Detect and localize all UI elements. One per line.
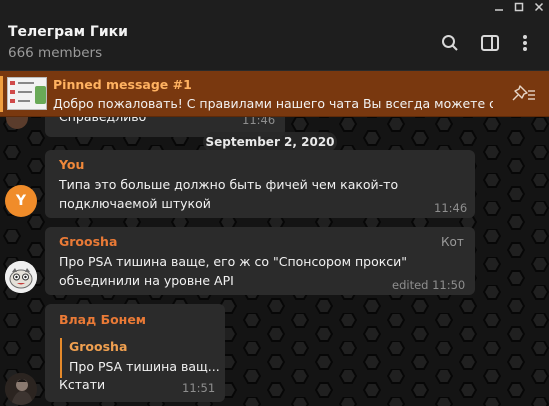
pinned-title: Pinned message #1 [53, 77, 192, 92]
message-bubble[interactable]: You Типа это больше должно быть фичей че… [45, 150, 475, 218]
avatar[interactable]: Y [5, 185, 37, 217]
maximize-icon[interactable] [509, 0, 529, 14]
window-controls [489, 0, 549, 14]
message-text-line: подключаемой штукой [59, 196, 211, 211]
date-separator: September 2, 2020 [203, 132, 337, 152]
message-bubble[interactable]: Groosha Кот Про PSA тишина ваще, его ж с… [45, 227, 475, 295]
pinned-message-bar[interactable]: Pinned message #1 Добро пожаловать! С пр… [0, 71, 549, 117]
pinned-accent-bar [0, 76, 3, 112]
message-text-line: объединили на уровне API [59, 273, 234, 288]
more-vertical-icon[interactable] [514, 32, 536, 54]
message-time: 11:46 [434, 201, 468, 215]
message-sender[interactable]: Groosha [59, 234, 117, 249]
close-icon[interactable] [529, 0, 549, 14]
avatar[interactable] [5, 261, 37, 293]
message-time: 11:46 [242, 117, 276, 127]
avatar[interactable] [6, 117, 28, 129]
member-count: 666 members [8, 45, 103, 61]
message-sender[interactable]: You [59, 157, 84, 172]
message-sender[interactable]: Влад Бонем [59, 312, 146, 327]
message-time: 11:51 [182, 381, 216, 395]
sidebar-toggle-icon[interactable] [479, 32, 501, 54]
message-time: edited 11:50 [392, 278, 466, 292]
unpin-icon[interactable] [509, 83, 539, 105]
chat-history[interactable]: Справедливо 11:46 September 2, 2020 You … [0, 117, 549, 406]
pinned-thumbnail [7, 77, 47, 110]
minimize-icon[interactable] [489, 0, 509, 14]
message-text: Справедливо [59, 117, 146, 126]
reply-text: Про PSA тишина ващ... [69, 359, 220, 374]
pinned-text: Добро пожаловать! С правилами нашего чат… [53, 96, 493, 111]
reply-sender: Groosha [69, 339, 128, 354]
message-text-line: Типа это больше должно быть фичей чем ка… [59, 177, 399, 192]
avatar[interactable] [5, 373, 37, 405]
member-badge: Кот [441, 235, 464, 249]
chat-header: Телеграм Гики 666 members [0, 0, 549, 71]
search-icon[interactable] [439, 32, 461, 54]
reply-quote[interactable]: Groosha Про PSA тишина ващ... [60, 338, 220, 378]
message-text-line: Про PSA тишина ваще, его ж со "Спонсором… [59, 254, 408, 269]
chat-title[interactable]: Телеграм Гики [8, 24, 128, 40]
